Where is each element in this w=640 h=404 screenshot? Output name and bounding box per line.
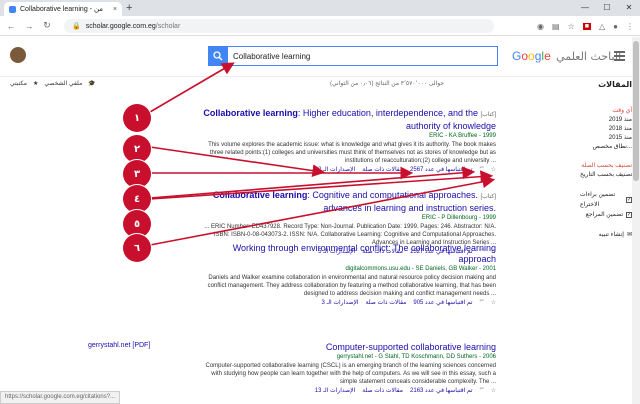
annotation-badge-6: ٦	[123, 234, 151, 262]
versions-link[interactable]: الإصدارات الـ 3	[321, 298, 358, 308]
star-icon: ★	[32, 81, 39, 87]
result-item-3: Working through environmental conflict: …	[200, 243, 496, 308]
my-library-link[interactable]: مكتبتي	[10, 80, 27, 87]
scholar-header: Google الباحث العلمي	[0, 37, 632, 77]
create-alert-link[interactable]: إنشاء تنبيه ✉	[580, 230, 632, 240]
browser-tab-bar: Collaborative learning - ‫من‬ × + — ☐ ✕	[0, 0, 640, 16]
related-link[interactable]: مقالات ذات صلة	[366, 298, 407, 308]
result-item-4: Computer-supported collaborative learnin…	[200, 342, 497, 396]
results-count: حوالى ٣٬٥٧٠٬٠٠٠ من النتائج (٠٫٠٦ من الثو…	[330, 81, 445, 87]
maximize-icon[interactable]: ☐	[596, 0, 618, 16]
result-meta: gerrystahl.net - G Stahl, TD Koschmann, …	[336, 354, 496, 360]
url-host: scholar.google.com.eg	[85, 22, 156, 30]
cap-icon: 🎓	[88, 81, 96, 87]
translate-icon[interactable]: ▤	[552, 22, 560, 31]
url-path: /scholar	[155, 22, 181, 30]
minimize-icon[interactable]: —	[574, 0, 596, 16]
pdf-link[interactable]: gerrystahl.net [PDF]	[88, 342, 150, 349]
result-meta: ERIC - KA Bruffee - 1999	[429, 133, 496, 139]
close-tab-icon[interactable]: ×	[113, 6, 117, 13]
result-links: الإصدارات الـ 13 مقالات ذات صلة تم اقتبا…	[200, 386, 496, 396]
include-patents-checkbox[interactable]: تضمين براءات الاختراع ✓	[580, 190, 632, 210]
result-links: الإصدارات الـ 3 مقالات ذات صلة تم اقتباس…	[200, 298, 496, 308]
filter-sidebar: المقالات أي وقت منذ 2019 منذ 2018 منذ 20…	[580, 80, 632, 240]
extension-red-icon[interactable]: ■	[582, 22, 591, 30]
annotation-badge-4: ٤	[123, 185, 151, 213]
save-star-icon[interactable]: ☆	[491, 386, 496, 396]
result-title[interactable]: [كتاب] Collaborative learning: Cognitive…	[200, 190, 496, 214]
sort-date[interactable]: تصنيف بحسب التاريخ	[580, 171, 632, 180]
browser-toolbar: ← → ↻ 🔒 scholar.google.com.eg/scholar ◉ …	[0, 16, 640, 36]
scholar-favicon-icon	[9, 5, 16, 13]
search-box	[208, 46, 498, 66]
versions-link[interactable]: الإصدارات الـ 42	[315, 165, 356, 175]
result-snippet: Daniels and Walker examine collaboration…	[207, 275, 496, 297]
scrollbar[interactable]	[632, 37, 640, 404]
tab-title: Collaborative learning - ‫من‬	[20, 6, 104, 13]
cite-icon[interactable]: “”	[480, 386, 484, 396]
result-meta: ERIC - P Dillenbourg - 1999	[421, 215, 496, 221]
search-icon	[213, 51, 223, 61]
camera-icon[interactable]: ◉	[537, 22, 544, 31]
versions-link[interactable]: الإصدارات الـ 13	[315, 386, 356, 396]
result-title[interactable]: Computer-supported collaborative learnin…	[200, 342, 496, 353]
result-snippet: This volume explores the academic issue:…	[208, 142, 496, 164]
window-controls: — ☐ ✕	[574, 0, 640, 16]
annotation-badge-1: ١	[123, 104, 151, 132]
related-link[interactable]: مقالات ذات صلة	[362, 386, 403, 396]
new-tab-button[interactable]: +	[126, 2, 132, 14]
annotation-badge-2: ٢	[123, 135, 151, 163]
browser-tab[interactable]: Collaborative learning - ‫من‬ ×	[4, 2, 122, 16]
bookmark-star-icon[interactable]: ☆	[568, 22, 575, 31]
back-icon[interactable]: ←	[6, 21, 16, 31]
extensions-area: ◉ ▤ ☆ ■ △ ● ⋮	[537, 19, 634, 33]
time-any[interactable]: أي وقت	[580, 107, 632, 116]
cite-icon[interactable]: “”	[480, 165, 484, 175]
cited-by-link[interactable]: تم اقتباسها في عدد 905	[413, 298, 472, 308]
result-links: الإصدارات الـ 42 مقالات ذات صلة تم اقتبا…	[200, 165, 496, 175]
cite-icon[interactable]: “”	[480, 298, 484, 308]
search-button[interactable]	[208, 46, 228, 66]
scholar-logo[interactable]: Google الباحث العلمي	[512, 48, 621, 65]
cited-by-link[interactable]: تم اقتباسها في عدد 2163	[410, 386, 473, 396]
save-star-icon[interactable]: ☆	[491, 165, 496, 175]
result-meta: digitalcommons.usu.edu - SE Daniels, GB …	[345, 266, 496, 272]
time-2015[interactable]: منذ 2015	[580, 134, 632, 143]
sort-relevance[interactable]: تصنيف بحسب الصلة	[580, 162, 632, 171]
include-citations-checkbox[interactable]: تضمين المراجع ✓	[580, 210, 632, 220]
time-2018[interactable]: منذ 2018	[580, 125, 632, 134]
articles-heading: المقالات	[598, 80, 632, 89]
forward-icon[interactable]: →	[24, 21, 34, 31]
address-bar[interactable]: 🔒 scholar.google.com.eg/scholar	[64, 19, 494, 33]
result-item-1: [كتاب] Collaborative learning: Higher ed…	[200, 108, 496, 175]
profile-icon[interactable]: ●	[613, 22, 618, 31]
related-link[interactable]: مقالات ذات صلة	[362, 165, 403, 175]
avatar[interactable]	[10, 47, 26, 63]
annotation-badge-3: ٣	[123, 160, 151, 188]
hamburger-menu-icon[interactable]	[614, 51, 625, 63]
search-input[interactable]	[228, 47, 497, 65]
menu-dots-icon[interactable]: ⋮	[626, 22, 634, 31]
my-profile-link[interactable]: ملفي الشخصي	[44, 80, 82, 87]
time-2019[interactable]: منذ 2019	[580, 116, 632, 125]
result-title[interactable]: [كتاب] Collaborative learning: Higher ed…	[200, 108, 496, 132]
status-bar: https://scholar.google.com.eg/citations?…	[0, 391, 121, 404]
time-custom[interactable]: نطاق مخصص...	[580, 143, 632, 152]
save-star-icon[interactable]: ☆	[491, 298, 496, 308]
result-snippet: Computer-supported collaborative learnin…	[205, 363, 497, 385]
logo-arabic: الباحث العلمي	[556, 50, 622, 63]
reload-icon[interactable]: ↻	[42, 20, 52, 31]
cited-by-link[interactable]: تم اقتباسها في عدد 2567	[410, 165, 473, 175]
library-links: مكتبتي ★ ملفي الشخصي 🎓	[10, 80, 96, 87]
extension-icon[interactable]: △	[599, 22, 605, 31]
close-window-icon[interactable]: ✕	[618, 0, 640, 16]
result-title[interactable]: Working through environmental conflict: …	[200, 243, 496, 265]
lock-icon: 🔒	[72, 23, 81, 30]
scrollbar-thumb[interactable]	[633, 41, 639, 181]
